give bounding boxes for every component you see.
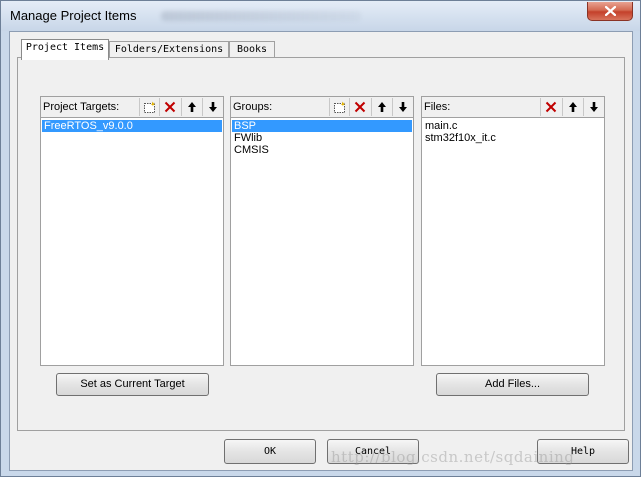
title-bar[interactable]: Manage Project Items xyxy=(1,1,640,31)
move-down-icon xyxy=(208,102,217,112)
move-target-up-button[interactable] xyxy=(181,98,201,116)
delete-icon xyxy=(164,101,175,113)
add-files-button[interactable]: Add Files... xyxy=(436,373,589,396)
ok-button[interactable]: OK xyxy=(224,439,316,464)
list-item-file[interactable]: stm32f10x_it.c xyxy=(423,132,603,144)
new-group-button[interactable] xyxy=(329,98,349,116)
set-current-target-button[interactable]: Set as Current Target xyxy=(56,373,209,396)
move-group-down-button[interactable] xyxy=(392,98,412,116)
list-item-group[interactable]: CMSIS xyxy=(232,144,412,156)
delete-target-button[interactable] xyxy=(159,98,179,116)
move-file-up-button[interactable] xyxy=(562,98,582,116)
groups-header: Groups: xyxy=(230,96,414,118)
move-file-down-button[interactable] xyxy=(583,98,603,116)
watermark: http://blog.csdn.net/sqdaining xyxy=(331,448,575,466)
move-down-icon xyxy=(398,102,407,112)
list-item-file[interactable]: main.c xyxy=(423,120,603,132)
files-header: Files: xyxy=(421,96,605,118)
close-button[interactable] xyxy=(587,2,633,21)
tab-label: Project Items xyxy=(25,42,105,53)
title-blur xyxy=(161,11,361,21)
delete-icon xyxy=(545,101,556,113)
groups-label: Groups: xyxy=(233,101,273,113)
window-title: Manage Project Items xyxy=(10,8,137,23)
list-item-group[interactable]: BSP xyxy=(232,120,412,132)
files-label: Files: xyxy=(424,101,451,113)
tab-project-items[interactable]: Project Items xyxy=(21,39,109,60)
new-target-button[interactable] xyxy=(139,98,159,116)
tab-label: Books xyxy=(236,44,268,55)
delete-file-button[interactable] xyxy=(540,98,560,116)
tab-label: Folders/Extensions xyxy=(114,44,224,55)
close-icon xyxy=(604,6,616,16)
list-item-group[interactable]: FWlib xyxy=(232,132,412,144)
dialog-client-area: Project Items Folders/Extensions Books P… xyxy=(9,31,633,471)
move-target-down-button[interactable] xyxy=(202,98,222,116)
delete-group-button[interactable] xyxy=(349,98,369,116)
move-up-icon xyxy=(187,102,196,112)
targets-label: Project Targets: xyxy=(43,101,120,113)
manage-project-items-dialog: Manage Project Items Project Items Folde… xyxy=(0,0,641,477)
tab-books[interactable]: Books xyxy=(229,41,275,58)
files-list[interactable]: main.c stm32f10x_it.c xyxy=(421,118,605,366)
tab-folders-extensions[interactable]: Folders/Extensions xyxy=(109,41,229,58)
move-up-icon xyxy=(568,102,577,112)
targets-header: Project Targets: xyxy=(40,96,224,118)
project-items-panel: Project Targets: FreeRTOS_v9.0.0 Groups:… xyxy=(17,57,625,431)
list-item-target[interactable]: FreeRTOS_v9.0.0 xyxy=(42,120,222,132)
new-item-icon xyxy=(144,101,155,113)
groups-list[interactable]: BSP FWlib CMSIS xyxy=(230,118,414,366)
delete-icon xyxy=(354,101,365,113)
new-item-icon xyxy=(334,101,345,113)
move-down-icon xyxy=(589,102,598,112)
move-up-icon xyxy=(377,102,386,112)
targets-list[interactable]: FreeRTOS_v9.0.0 xyxy=(40,118,224,366)
move-group-up-button[interactable] xyxy=(371,98,391,116)
